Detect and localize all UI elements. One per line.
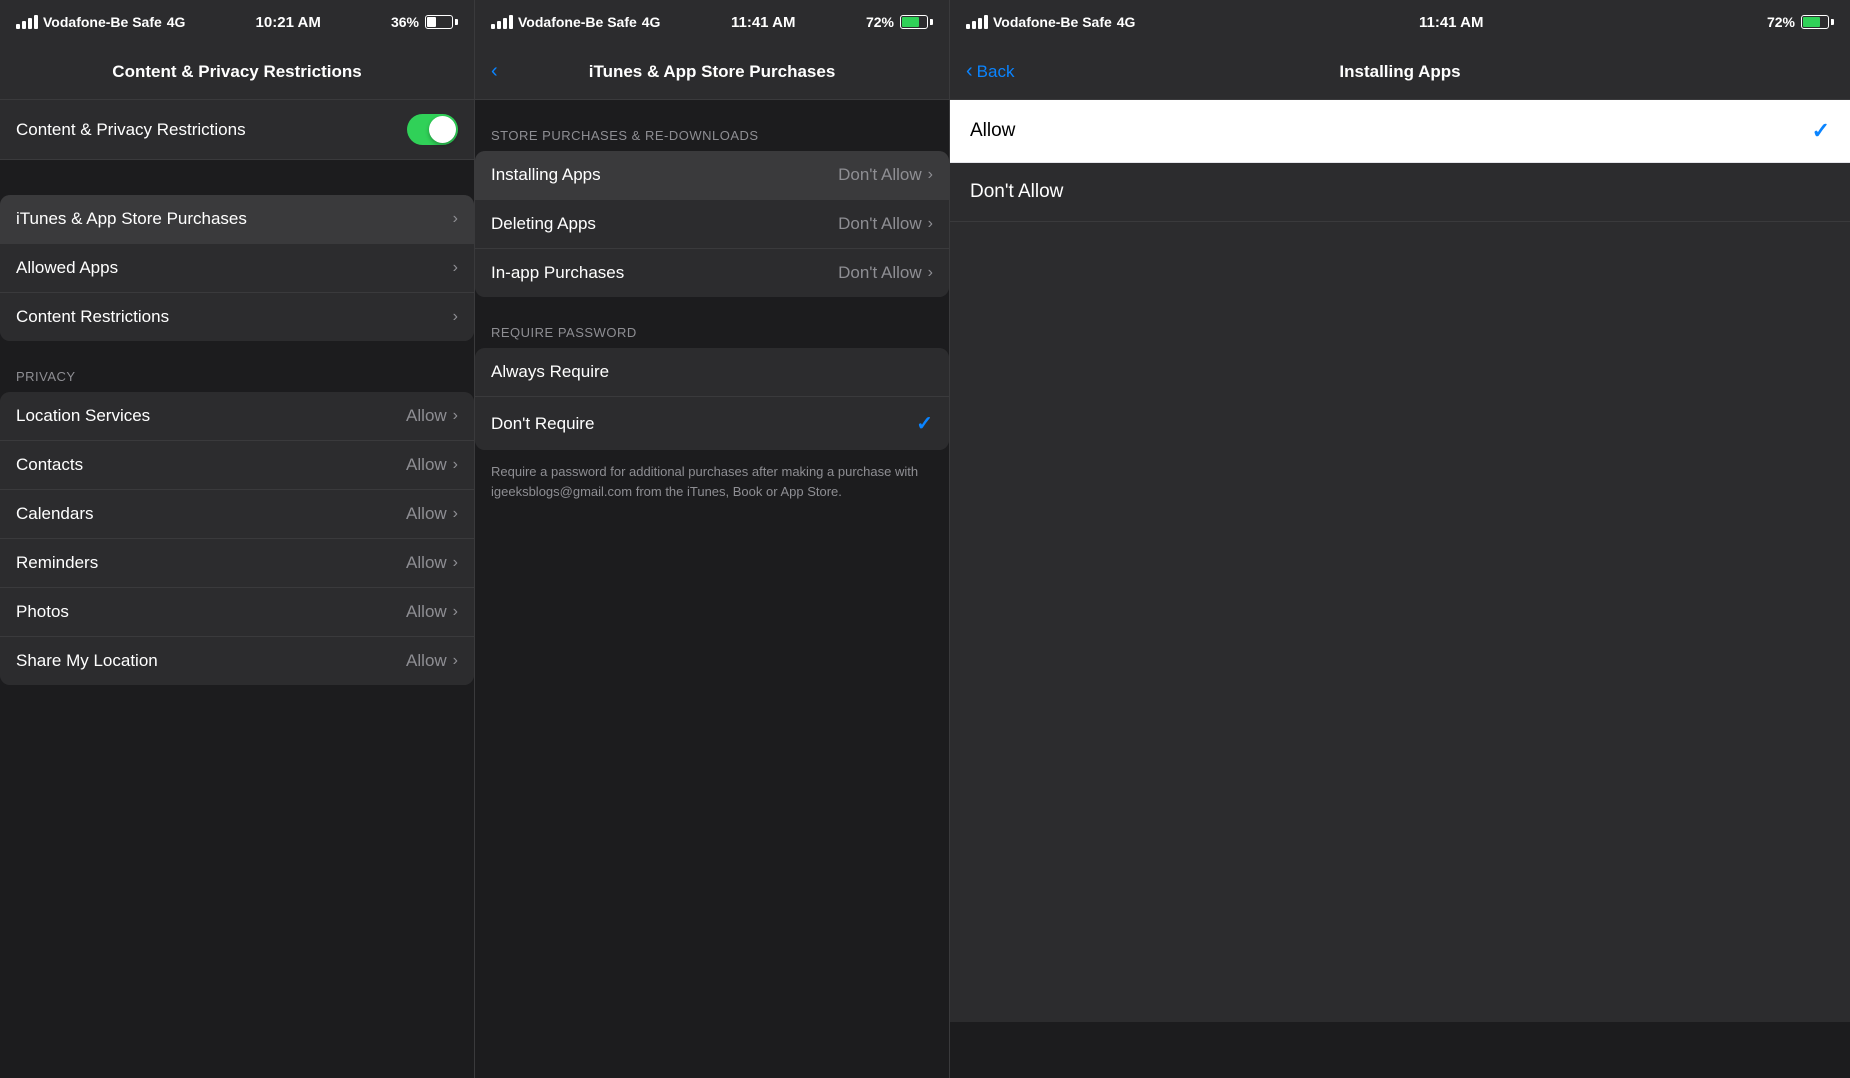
battery-percent: 72% [866,14,894,30]
itunes-purchases-item[interactable]: iTunes & App Store Purchases › [0,195,474,244]
password-section-header: REQUIRE PASSWORD [475,297,949,348]
inapp-purchases-item[interactable]: In-app Purchases Don't Allow › [475,249,949,297]
allowed-apps-item[interactable]: Allowed Apps › [0,244,474,293]
location-services-item[interactable]: Location Services Allow › [0,392,474,441]
battery-icon [1801,15,1834,29]
battery-percent: 36% [391,14,419,30]
deleting-apps-item[interactable]: Deleting Apps Don't Allow › [475,200,949,249]
always-require-item[interactable]: Always Require [475,348,949,397]
share-location-item[interactable]: Share My Location Allow › [0,637,474,685]
status-bar-panel2: Vodafone-Be Safe 4G 11:41 AM 72% [475,0,949,44]
reminders-item[interactable]: Reminders Allow › [0,539,474,588]
carrier-label: Vodafone-Be Safe [518,14,637,30]
gap1 [0,160,474,195]
back-button-panel3[interactable]: ‹ Back [966,60,1014,83]
panel-itunes-purchases: Vodafone-Be Safe 4G 11:41 AM 72% ‹ iTune… [475,0,950,1078]
chevron-icon: › [928,166,933,184]
back-label: Back [977,62,1015,82]
time-label: 10:21 AM [256,14,321,31]
chevron-icon: › [453,554,458,572]
privacy-list-group: Location Services Allow › Contacts Allow… [0,392,474,685]
network-type: 4G [1117,14,1136,30]
content-restrictions-item[interactable]: Content Restrictions › [0,293,474,341]
allow-option[interactable]: Allow ✓ [950,100,1850,163]
panel1-scroll[interactable]: Content & Privacy Restrictions iTunes & … [0,100,474,1078]
toggle-row: Content & Privacy Restrictions [0,100,474,160]
chevron-icon: › [928,215,933,233]
network-type: 4G [167,14,186,30]
status-bar-panel1: Vodafone-Be Safe 4G 10:21 AM 36% [0,0,474,44]
store-section-header: STORE PURCHASES & RE-DOWNLOADS [475,100,949,151]
store-list-group: Installing Apps Don't Allow › Deleting A… [475,151,949,297]
itunes-label: iTunes & App Store Purchases [16,209,247,229]
chevron-icon: › [453,308,458,326]
status-bar-panel3: Vodafone-Be Safe 4G 11:41 AM 72% [950,0,1850,44]
back-chevron-icon: ‹ [491,60,498,83]
panel-installing-apps: Vodafone-Be Safe 4G 11:41 AM 72% ‹ Back … [950,0,1850,1078]
signal-icon [966,15,988,29]
panel3-background [950,222,1850,1022]
signal-icon [16,15,38,29]
carrier-label: Vodafone-Be Safe [993,14,1112,30]
panel3-title: Installing Apps [1339,62,1460,82]
dont-require-item[interactable]: Don't Require ✓ [475,397,949,450]
calendars-item[interactable]: Calendars Allow › [0,490,474,539]
nav-bar-panel2: ‹ iTunes & App Store Purchases [475,44,949,100]
chevron-icon: › [453,259,458,277]
allow-checkmark-icon: ✓ [1812,118,1830,144]
back-chevron-icon: ‹ [966,60,973,83]
back-button-panel2[interactable]: ‹ [491,60,502,83]
chevron-icon: › [453,603,458,621]
panel3-scroll: Allow ✓ Don't Allow [950,100,1850,1078]
time-label: 11:41 AM [731,14,795,31]
chevron-icon: › [453,407,458,425]
battery-icon [425,15,458,29]
battery-icon [900,15,933,29]
carrier-label: Vodafone-Be Safe [43,14,162,30]
installing-apps-item[interactable]: Installing Apps Don't Allow › [475,151,949,200]
nav-bar-panel1: Content & Privacy Restrictions [0,44,474,100]
dont-allow-option[interactable]: Don't Allow [950,163,1850,222]
contacts-item[interactable]: Contacts Allow › [0,441,474,490]
nav-bar-panel3: ‹ Back Installing Apps [950,44,1850,100]
password-list-group: Always Require Don't Require ✓ [475,348,949,450]
chevron-icon: › [453,505,458,523]
password-footer: Require a password for additional purcha… [475,450,949,513]
dont-allow-label: Don't Allow [970,181,1063,203]
toggle-label: Content & Privacy Restrictions [16,120,246,140]
chevron-icon: › [928,264,933,282]
content-restrictions-label: Content Restrictions [16,307,169,327]
panel-content-privacy: Vodafone-Be Safe 4G 10:21 AM 36% Content… [0,0,475,1078]
panel2-scroll[interactable]: STORE PURCHASES & RE-DOWNLOADS Installin… [475,100,949,1078]
signal-icon [491,15,513,29]
checkmark-icon: ✓ [916,411,933,436]
privacy-section-header: PRIVACY [0,341,474,392]
chevron-icon: › [453,652,458,670]
panel1-title: Content & Privacy Restrictions [112,62,361,82]
allow-label: Allow [970,120,1015,142]
allowed-apps-label: Allowed Apps [16,258,118,278]
chevron-icon: › [453,210,458,228]
main-list-group: iTunes & App Store Purchases › Allowed A… [0,195,474,341]
time-label: 11:41 AM [1419,14,1483,31]
chevron-icon: › [453,456,458,474]
panel2-title: iTunes & App Store Purchases [589,62,836,82]
content-privacy-toggle[interactable] [407,114,458,145]
photos-item[interactable]: Photos Allow › [0,588,474,637]
network-type: 4G [642,14,661,30]
battery-percent: 72% [1767,14,1795,30]
